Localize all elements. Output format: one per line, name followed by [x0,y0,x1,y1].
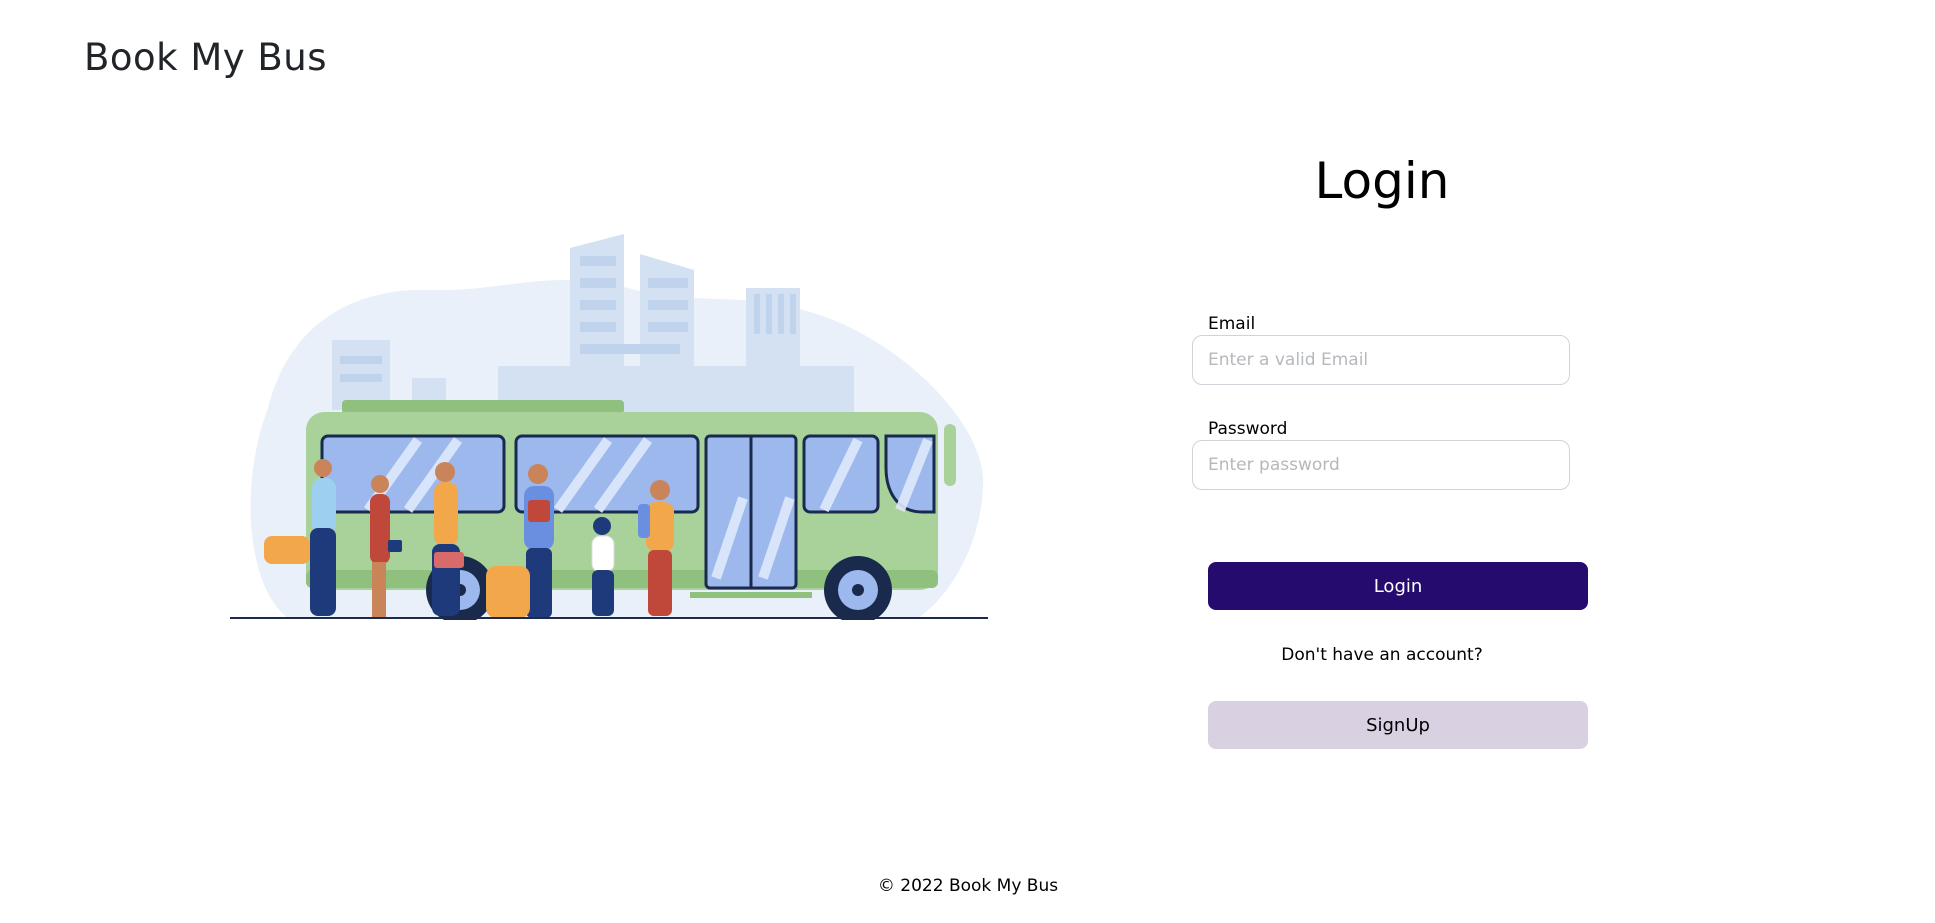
bus-stop-illustration [230,234,988,620]
footer-copyright: © 2022 Book My Bus [877,876,1059,896]
no-account-text: Don't have an account? [1281,645,1483,665]
email-label: Email [1208,314,1256,334]
login-title: Login [1314,152,1450,210]
bus-step [690,592,812,598]
password-label: Password [1208,419,1288,439]
password-field[interactable] [1192,440,1570,490]
email-field[interactable] [1192,335,1570,385]
bus-roof [342,400,624,414]
signup-button[interactable]: SignUp [1208,701,1588,749]
login-button[interactable]: Login [1208,562,1588,610]
brand-title: Book My Bus [84,36,328,79]
bus-mirror [944,424,956,486]
